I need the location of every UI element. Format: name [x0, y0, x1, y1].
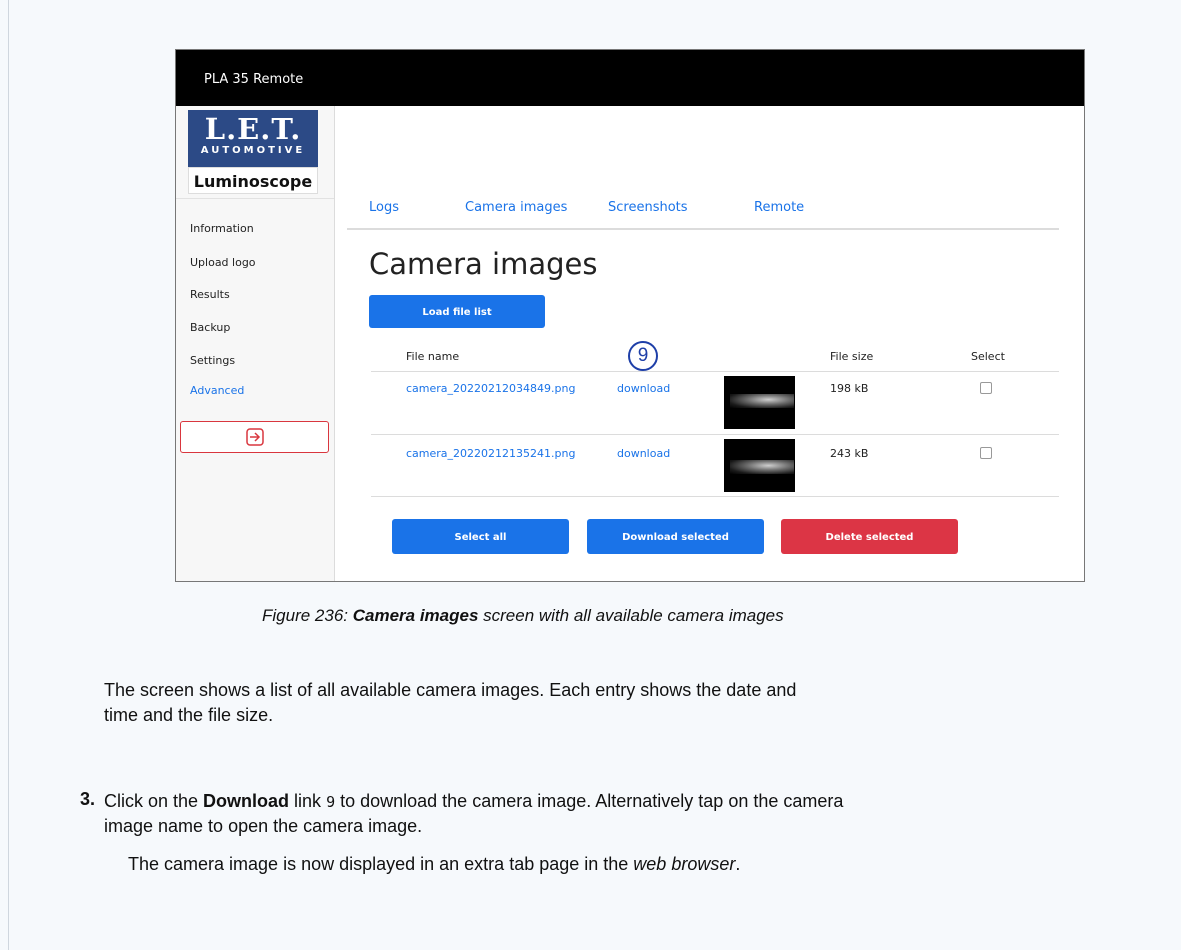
select-checkbox[interactable] — [980, 382, 992, 394]
select-all-button[interactable]: Select all — [392, 519, 569, 554]
step-result: The camera image is now displayed in an … — [128, 852, 740, 876]
caption-suffix: screen with all available camera images — [478, 606, 784, 625]
step-instruction-line-2: image name to open the camera image. — [104, 816, 423, 836]
table-row-divider — [371, 434, 1059, 435]
file-name-link[interactable]: camera_20220212135241.png — [406, 447, 575, 460]
sidebar-item-upload-logo[interactable]: Upload logo — [190, 256, 256, 269]
select-checkbox[interactable] — [980, 447, 992, 459]
callout-marker: 9 — [628, 341, 658, 371]
sidebar: L.E.T. AUTOMOTIVE Luminoscope Informatio… — [176, 106, 335, 581]
thumbnail-light-spot — [730, 394, 794, 408]
step-instruction-line-1: Click on the Download link 9 to download… — [104, 789, 843, 814]
sidebar-item-results[interactable]: Results — [190, 288, 230, 301]
logo-let-text: L.E.T. — [204, 112, 302, 146]
result-text-italic: web browser — [633, 854, 736, 874]
step-reference-number: 9 — [326, 793, 336, 811]
result-text-pre: The camera image is now displayed in an … — [128, 854, 634, 874]
step-text-mid: link — [289, 791, 327, 811]
load-file-list-button[interactable]: Load file list — [369, 295, 545, 328]
delete-selected-button[interactable]: Delete selected — [781, 519, 958, 554]
page-margin-rule — [8, 0, 9, 950]
sidebar-divider — [176, 198, 334, 199]
camera-thumbnail[interactable] — [724, 439, 795, 492]
tab-remote[interactable]: Remote — [754, 200, 804, 215]
tab-camera-images[interactable]: Camera images — [465, 200, 567, 215]
app-header: PLA 35 Remote — [176, 50, 1084, 106]
column-header-file-size: File size — [830, 350, 874, 363]
tab-screenshots[interactable]: Screenshots — [608, 200, 688, 215]
page-title: Camera images — [369, 247, 598, 281]
table-row-divider — [371, 371, 1059, 372]
caption-bold: Camera images — [352, 606, 479, 625]
step-number: 3. — [80, 789, 96, 809]
company-logo: L.E.T. AUTOMOTIVE Luminoscope — [188, 110, 318, 196]
luminoscope-logo: Luminoscope — [188, 167, 318, 194]
thumbnail-light-spot — [730, 460, 794, 474]
step-text-post: to download the camera image. Alternativ… — [335, 791, 844, 811]
download-link[interactable]: download — [617, 382, 670, 395]
file-size-value: 198 kB — [830, 382, 869, 395]
file-name-link[interactable]: camera_20220212034849.png — [406, 382, 575, 395]
description-line-2: time and the file size. — [104, 705, 274, 725]
step-text-pre: Click on the — [104, 791, 204, 811]
step-text-bold: Download — [203, 791, 290, 811]
logout-icon — [246, 428, 264, 446]
camera-thumbnail[interactable] — [724, 376, 795, 429]
logo-automotive-text: AUTOMOTIVE — [200, 145, 306, 156]
sidebar-item-backup[interactable]: Backup — [190, 321, 230, 334]
tab-divider — [347, 228, 1059, 230]
logout-button[interactable] — [180, 421, 329, 453]
sidebar-item-settings[interactable]: Settings — [190, 354, 235, 367]
screenshot-frame: PLA 35 Remote L.E.T. AUTOMOTIVE Luminosc… — [175, 49, 1085, 582]
download-link[interactable]: download — [617, 447, 670, 460]
column-header-file-name: File name — [406, 350, 460, 363]
caption-prefix: Figure 236: — [262, 606, 353, 625]
app-title: PLA 35 Remote — [204, 72, 304, 87]
description-line-1: The screen shows a list of all available… — [104, 680, 797, 700]
figure-caption: Figure 236: Camera images screen with al… — [262, 606, 784, 626]
tab-logs[interactable]: Logs — [369, 200, 399, 215]
file-size-value: 243 kB — [830, 447, 869, 460]
result-text-post: . — [735, 854, 741, 874]
column-header-select: Select — [971, 350, 1005, 363]
table-row-divider — [371, 496, 1059, 497]
download-selected-button[interactable]: Download selected — [587, 519, 764, 554]
sidebar-item-advanced[interactable]: Advanced — [190, 384, 244, 397]
let-logo: L.E.T. AUTOMOTIVE — [188, 110, 318, 167]
sidebar-item-information[interactable]: Information — [190, 222, 254, 235]
